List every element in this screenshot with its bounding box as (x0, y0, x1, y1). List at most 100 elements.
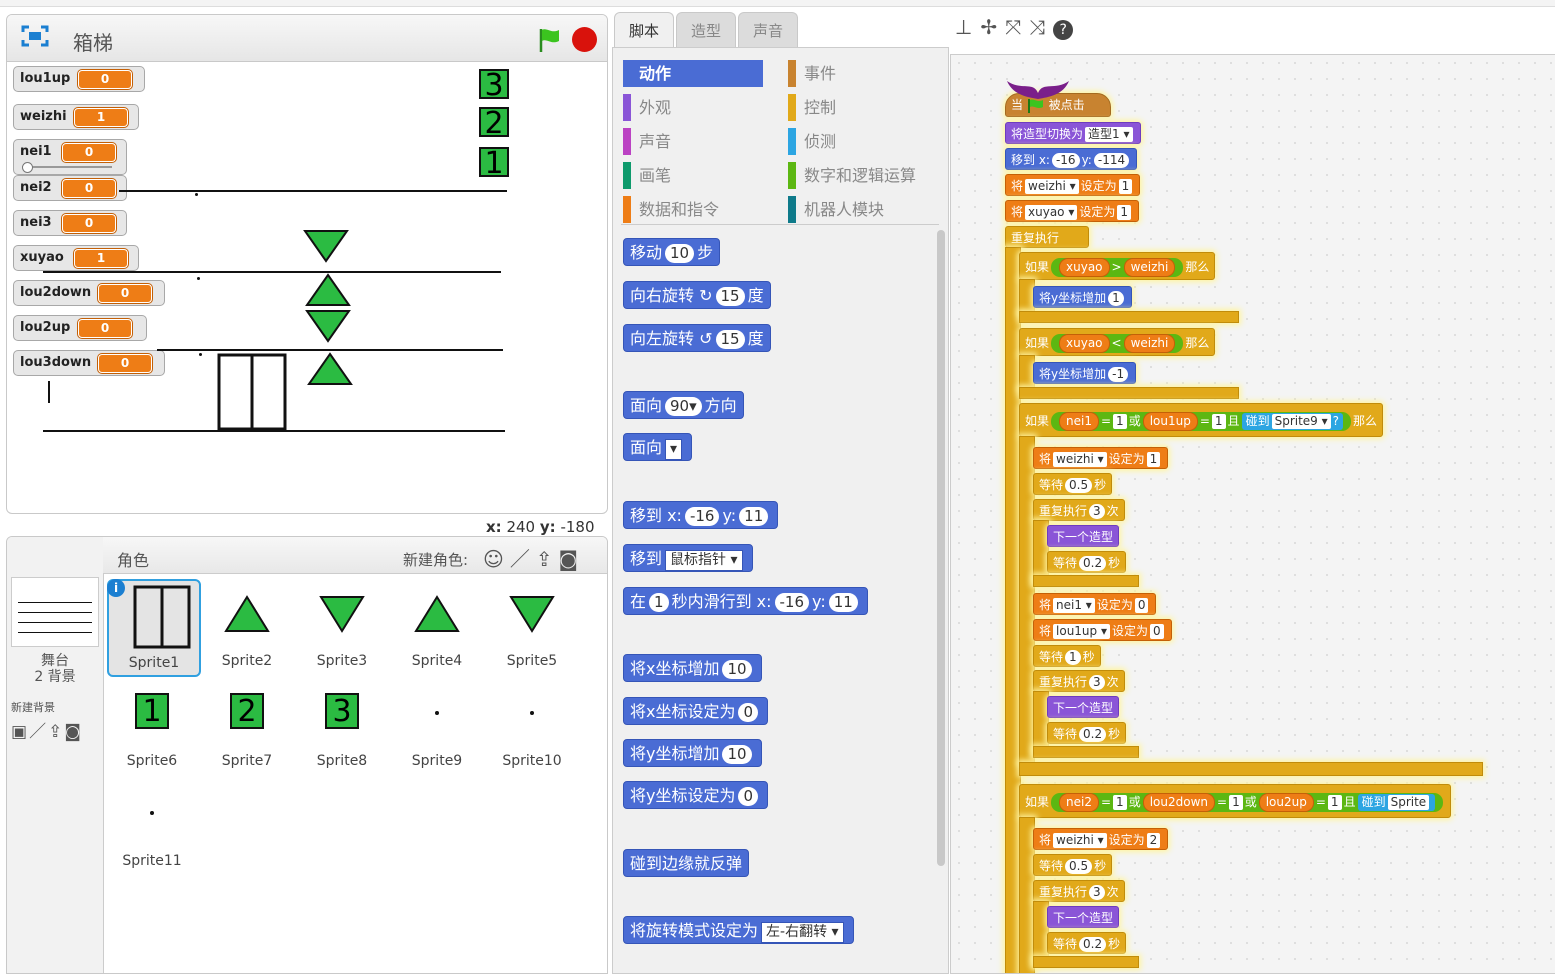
script-set-nei1-0[interactable]: 将 nei1 ▾ 设定为 0 (1033, 593, 1157, 615)
category-control[interactable]: 控制 (788, 94, 944, 121)
sprite-thumb-sprite5[interactable]: Sprite5 (487, 579, 577, 673)
stamp-icon[interactable]: ⊥ (955, 15, 980, 39)
script-repeat-3c[interactable]: 重复执行 3 次 (1033, 880, 1125, 902)
script-set-lou1up-0[interactable]: 将 lou1up ▾ 设定为 0 (1033, 619, 1172, 641)
stage-thumbnail[interactable] (11, 577, 99, 647)
script-wait-02b[interactable]: 等待 0.2 秒 (1047, 722, 1127, 744)
sprite-thumb-sprite9[interactable]: Sprite9 (392, 679, 482, 773)
monitor-nei3[interactable]: nei3 0 (13, 210, 127, 236)
stage-panel[interactable]: 箱梯 lou1up 0 weizhi 1 nei1 0 nei2 0 nei3 0 xuy… (6, 14, 608, 514)
monitor-xuyao[interactable]: xuyao 1 (13, 245, 139, 271)
script-change-y-plus[interactable]: 将y坐标增加 1 (1033, 286, 1132, 308)
script-goto-xy[interactable]: 移到 x: -16 y: -114 (1005, 148, 1138, 170)
down-arrow-floor3-icon[interactable] (303, 229, 349, 263)
script-if-xuyao-lt-weizhi[interactable]: 如果 xuyao < weizhi 那么 (1019, 328, 1216, 356)
camera-sprite-icon[interactable]: ◙ (559, 547, 584, 571)
scripts-area[interactable]: 当 被点击 将造型切换为 造型1 ▾ 移到 x: -16 y: -114 将 weizhi… (950, 54, 1555, 974)
sprite-thumb-sprite10[interactable]: Sprite10 (487, 679, 577, 773)
info-icon[interactable]: i (107, 579, 125, 597)
block-set-y[interactable]: 将y坐标设定为 0 (623, 781, 769, 809)
tab-sounds[interactable]: 声音 (738, 12, 798, 49)
tab-costumes[interactable]: 造型 (676, 12, 736, 49)
sprite-thumb-sprite6[interactable]: 1 Sprite6 (107, 679, 197, 773)
category-sensing[interactable]: 侦测 (788, 128, 944, 155)
category-motion[interactable]: 动作 (623, 60, 763, 87)
tab-scripts[interactable]: 脚本 (614, 12, 674, 49)
script-forever[interactable]: 重复执行 (1005, 226, 1089, 248)
category-operators[interactable]: 数字和逻辑运算 (788, 162, 944, 189)
sprite-thumb-sprite3[interactable]: Sprite3 (297, 579, 387, 673)
script-wait-05b[interactable]: 等待 0.5 秒 (1033, 854, 1113, 876)
block-turn-right[interactable]: 向右旋转 ↻ 15 度 (623, 281, 771, 309)
script-set-weizhi-1[interactable]: 将 weizhi ▾ 设定为 1 (1033, 447, 1169, 469)
block-rotation-style[interactable]: 将旋转模式设定为 左-右翻转 ▾ (623, 916, 854, 944)
sprite-thumb-sprite7[interactable]: 2 Sprite7 (202, 679, 292, 773)
slider-knob[interactable] (22, 162, 33, 173)
script-wait-1[interactable]: 等待 1 秒 (1033, 645, 1101, 667)
script-wait-05[interactable]: 等待 0.5 秒 (1033, 473, 1113, 495)
upload-sprite-icon[interactable]: ⇪ (536, 547, 559, 571)
category-robot[interactable]: 机器人模块 (788, 196, 944, 223)
sprite-thumb-sprite4[interactable]: Sprite4 (392, 579, 482, 673)
block-go-to-xy[interactable]: 移到 x: -16 y: 11 (623, 501, 779, 529)
monitor-weizhi[interactable]: weizhi 1 (13, 104, 139, 130)
floor-2-label[interactable]: 2 (479, 107, 509, 139)
script-if-floor1[interactable]: 如果 nei1 = 1 或 lou1up = 1 且碰到 Sprite9 ▾? 那么 (1019, 403, 1384, 437)
script-if-floor2[interactable]: 如果 nei2 = 1 或 lou2down = 1 或 lou2up = 1 且碰到 Sprite (1019, 784, 1452, 818)
script-set-weizhi[interactable]: 将 weizhi ▾ 设定为 1 (1005, 174, 1141, 196)
slider-track[interactable] (22, 166, 112, 168)
script-set-weizhi-2[interactable]: 将 weizhi ▾ 设定为 2 (1033, 828, 1169, 850)
sensor-dot[interactable] (195, 193, 198, 196)
sprite-library-icon[interactable]: ☺ (483, 547, 510, 571)
down-arrow-floor2-icon[interactable] (305, 309, 351, 343)
sprite-thumb-sprite2[interactable]: Sprite2 (202, 579, 292, 673)
monitor-lou2up[interactable]: lou2up 0 (13, 315, 147, 341)
monitor-lou3down[interactable]: lou3down 0 (13, 350, 165, 376)
monitor-lou1up[interactable]: lou1up 0 (13, 66, 145, 92)
camera-icon[interactable]: ◙ (64, 722, 83, 742)
block-go-to[interactable]: 移到 鼠标指针 ▾ (623, 544, 753, 572)
script-next-costume-c[interactable]: 下一个造型 (1047, 906, 1120, 928)
category-events[interactable]: 事件 (788, 60, 944, 87)
stage-column[interactable]: 舞台 2 背景 新建背景 ▣／⇪◙ (7, 537, 104, 973)
script-wait-02[interactable]: 等待 0.2 秒 (1047, 551, 1127, 573)
script-set-xuyao[interactable]: 将 xuyao ▾ 设定为 1 (1005, 200, 1140, 222)
script-next-costume[interactable]: 下一个造型 (1047, 525, 1120, 547)
script-if-xuyao-gt-weizhi[interactable]: 如果 xuyao > weizhi 那么 (1019, 252, 1216, 280)
help-icon[interactable]: ? (1053, 20, 1074, 40)
script-repeat-3b[interactable]: 重复执行 3 次 (1033, 670, 1125, 692)
floor-1-label[interactable]: 1 (479, 147, 509, 179)
category-looks[interactable]: 外观 (623, 94, 779, 121)
block-turn-left[interactable]: 向左旋转 ↺ 15 度 (623, 324, 771, 352)
image-icon[interactable]: ▣ (11, 722, 29, 742)
sensor-dot[interactable] (197, 277, 200, 280)
category-pen[interactable]: 画笔 (623, 162, 779, 189)
block-set-x[interactable]: 将x坐标设定为 0 (623, 697, 769, 725)
sprite-thumb-sprite1[interactable]: i Sprite1 (107, 579, 201, 677)
grow-icon[interactable]: ⤧ (1005, 15, 1029, 39)
block-change-x[interactable]: 将x坐标增加 10 (623, 654, 762, 682)
palette-scrollbar[interactable] (937, 230, 945, 866)
category-sound[interactable]: 声音 (623, 128, 779, 155)
paint-icon[interactable]: ／ (29, 722, 48, 742)
cut-icon[interactable]: ✢ (980, 15, 1005, 39)
stop-icon[interactable] (572, 27, 597, 52)
category-data[interactable]: 数据和指令 (623, 196, 779, 223)
fullscreen-icon[interactable] (21, 25, 49, 47)
floor-3-label[interactable]: 3 (479, 69, 509, 101)
block-change-y[interactable]: 将y坐标增加 10 (623, 739, 762, 767)
up-arrow-floor1-icon[interactable] (307, 352, 353, 386)
green-flag-icon[interactable] (537, 27, 563, 53)
script-wait-02c[interactable]: 等待 0.2 秒 (1047, 932, 1127, 954)
elevator-car-icon[interactable] (217, 353, 289, 433)
script-repeat-3[interactable]: 重复执行 3 次 (1033, 499, 1125, 521)
monitor-nei2[interactable]: nei2 0 (13, 175, 127, 201)
sprite-thumb-sprite8[interactable]: 3 Sprite8 (297, 679, 387, 773)
monitor-lou2down[interactable]: lou2down 0 (13, 280, 165, 306)
sprite-thumb-sprite11[interactable]: Sprite11 (107, 779, 197, 873)
block-point-towards[interactable]: 面向 ▾ (623, 433, 693, 461)
upload-icon[interactable]: ⇪ (48, 722, 64, 742)
script-change-y-minus[interactable]: 将y坐标增加 -1 (1033, 362, 1137, 384)
paint-sprite-icon[interactable]: ／ (510, 547, 536, 571)
block-point-in-direction[interactable]: 面向 90▾ 方向 (623, 391, 744, 419)
